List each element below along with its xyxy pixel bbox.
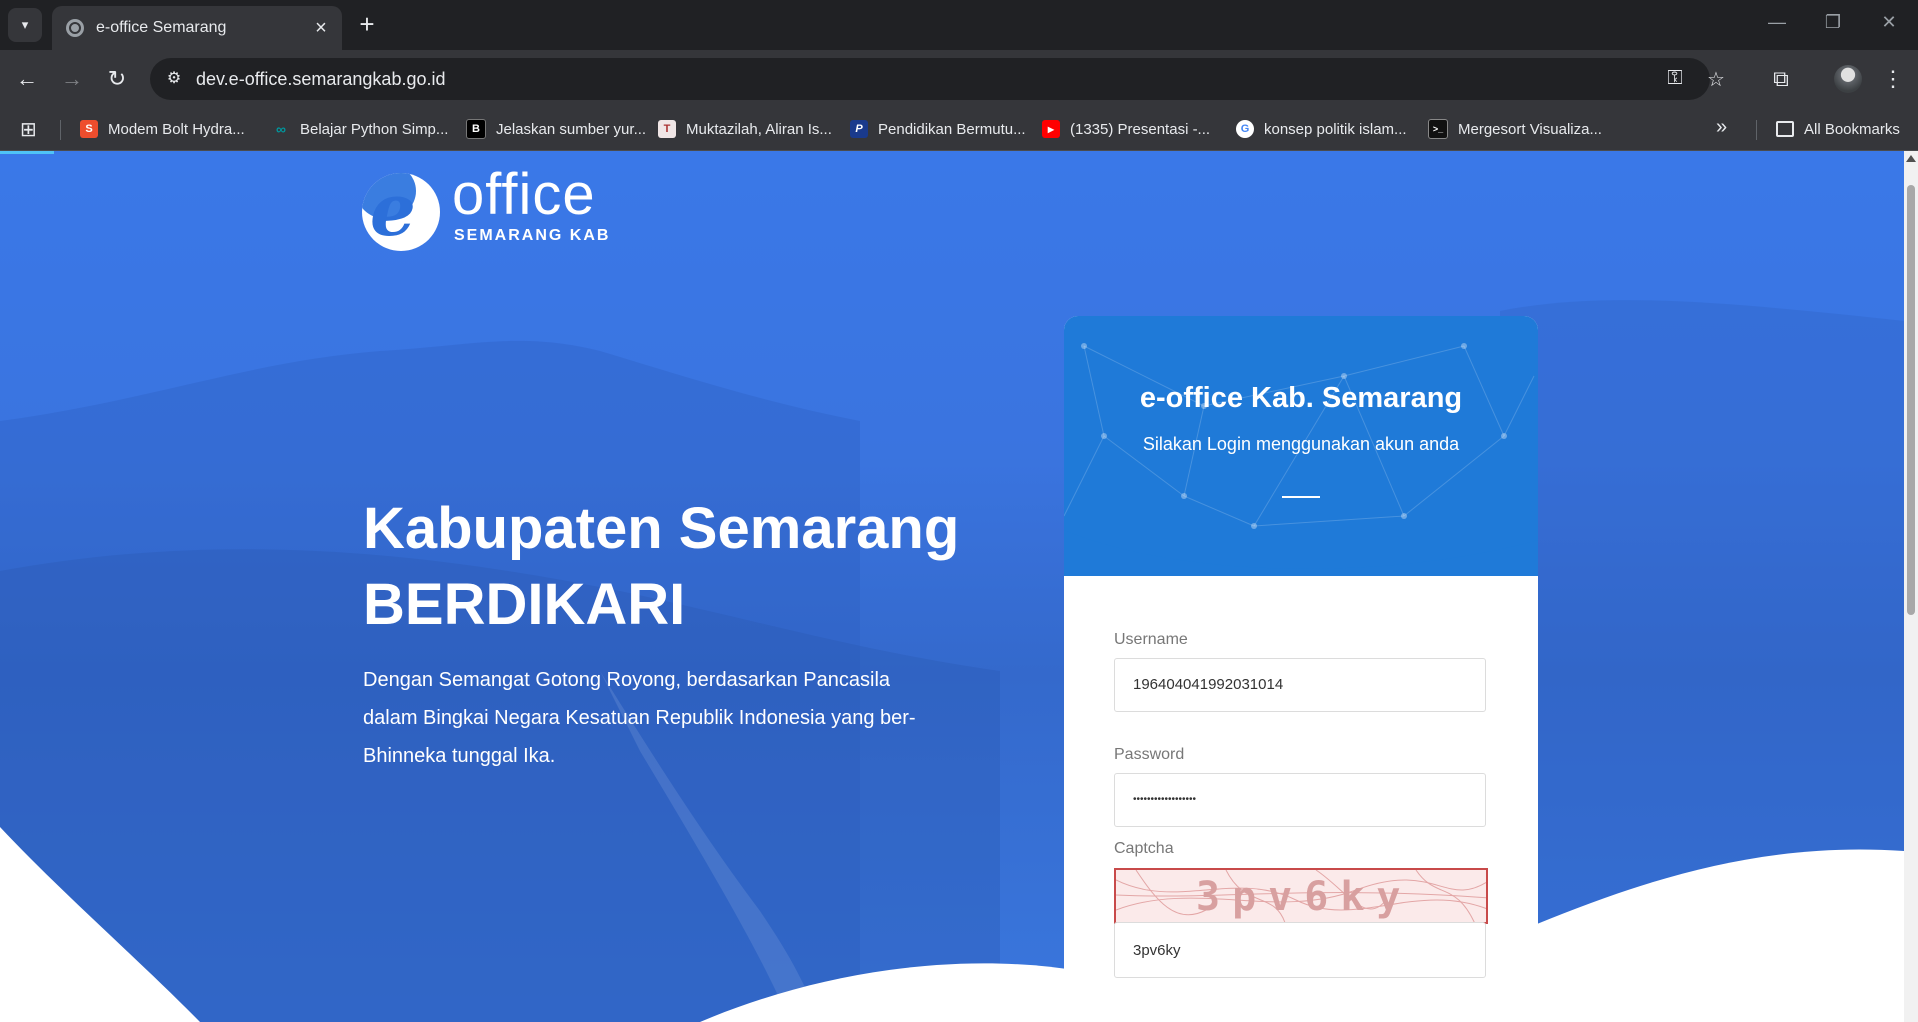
captcha-image-text: 3pv6ky (1196, 874, 1413, 920)
divider (1756, 120, 1757, 140)
captcha-image: 3pv6ky (1114, 868, 1488, 924)
bookmark-item[interactable]: P Pendidikan Bermutu... (850, 108, 1026, 150)
login-subtitle: Silakan Login menggunakan akun anda (1142, 434, 1460, 454)
username-label: Username (1114, 631, 1188, 648)
page-viewport: e office SEMARANG KAB Kabupaten Semarang… (0, 151, 1904, 1022)
window-close-icon[interactable]: ✕ (1874, 12, 1904, 33)
bookmark-item[interactable]: ▶ (1335) Presentasi -... (1042, 108, 1210, 150)
forward-icon[interactable]: → (55, 62, 89, 96)
bookmark-label: Jelaskan sumber yur... (496, 120, 647, 138)
more-bookmarks-icon[interactable]: » (1716, 116, 1727, 139)
browser-tabbar: ▾ e-office Semarang × + — ❐ ✕ (0, 0, 1918, 50)
menu-dots-icon[interactable]: ⋮ (1876, 62, 1910, 96)
address-bar[interactable]: ⚙ dev.e-office.semarangkab.go.id ⚿ ☆ (150, 58, 1725, 100)
scroll-thumb[interactable] (1907, 185, 1915, 615)
password-field[interactable]: •••••••••••••••••• (1114, 773, 1486, 827)
captcha-label: Captcha (1114, 840, 1174, 857)
logo-word: office (452, 162, 596, 227)
restore-icon[interactable]: ❐ (1818, 12, 1848, 33)
b-icon: B (466, 119, 486, 139)
password-key-icon[interactable]: ⚿ (1662, 67, 1688, 90)
bookmark-label: Mergesort Visualiza... (1458, 120, 1602, 138)
bookmarks-bar: ⊞ S Modem Bolt Hydra... ∞ Belajar Python… (0, 108, 1918, 151)
captcha-input[interactable]: 3pv6ky (1114, 922, 1486, 978)
tab-title: e-office Semarang (96, 19, 227, 36)
terminal-icon: >_ (1428, 119, 1448, 139)
scroll-up-icon[interactable] (1906, 155, 1916, 162)
profile-avatar[interactable] (1834, 65, 1862, 93)
captcha-value: 3pv6ky (1133, 942, 1181, 959)
google-icon: G (1236, 120, 1254, 138)
bookmark-label: Modem Bolt Hydra... (108, 120, 245, 138)
bookmark-item[interactable]: B Jelaskan sumber yur... (466, 108, 646, 150)
header-curve (1064, 530, 1538, 569)
p-icon: P (850, 120, 868, 138)
hero-title-line1: Kabupaten Semarang (363, 496, 960, 561)
page-scrollbar[interactable] (1904, 151, 1918, 1022)
bookmark-item[interactable]: T Muktazilah, Aliran Is... (658, 108, 832, 150)
bookmark-item[interactable]: G konsep politik islam... (1236, 108, 1407, 150)
back-icon[interactable]: ← (10, 62, 44, 96)
bookmark-item[interactable]: S Modem Bolt Hydra... (80, 108, 245, 150)
hero-description: Dengan Semangat Gotong Royong, berdasark… (363, 669, 916, 767)
youtube-icon: ▶ (1042, 120, 1060, 138)
bookmark-star-icon[interactable]: ☆ (1703, 67, 1729, 92)
login-card: e-office Kab. Semarang Silakan Login men… (1064, 316, 1538, 1022)
browser-toolbar: ← → ↻ ⚙ dev.e-office.semarangkab.go.id ⚿… (0, 50, 1918, 108)
site-settings-icon[interactable]: ⚙ (164, 69, 184, 89)
password-label: Password (1114, 746, 1185, 763)
password-value: •••••••••••••••••• (1133, 794, 1197, 805)
logo-mark: e (362, 173, 440, 251)
bookmark-label: Pendidikan Bermutu... (878, 120, 1026, 138)
reload-icon[interactable]: ↻ (100, 62, 134, 96)
logo-letter: e (370, 173, 416, 251)
login-title: e-office Kab. Semarang (1139, 382, 1463, 414)
arduino-icon: ∞ (276, 121, 286, 137)
extensions-icon[interactable]: ⧉ (1764, 62, 1798, 96)
shopee-icon: S (80, 120, 98, 138)
apps-grid-icon[interactable]: ⊞ (20, 108, 37, 150)
t-icon: T (658, 120, 676, 138)
eoffice-logo[interactable]: e office SEMARANG KAB (362, 162, 622, 255)
bookmark-label: Belajar Python Simp... (300, 120, 449, 138)
browser-tab[interactable]: e-office Semarang × (52, 6, 342, 50)
divider (60, 120, 61, 140)
bookmark-item[interactable]: >_ Mergesort Visualiza... (1428, 108, 1602, 150)
minimize-icon[interactable]: — (1762, 12, 1792, 33)
tab-search-button[interactable]: ▾ (8, 8, 42, 42)
hero-title-line2: BERDIKARI (363, 572, 686, 637)
new-tab-button[interactable]: + (352, 10, 382, 40)
bookmark-item[interactable]: ∞ Belajar Python Simp... (272, 108, 448, 150)
folder-icon (1776, 121, 1794, 137)
all-bookmarks-button[interactable]: All Bookmarks (1776, 108, 1900, 150)
bookmark-label: (1335) Presentasi -... (1070, 120, 1211, 138)
close-icon[interactable]: × (308, 17, 334, 40)
all-bookmarks-label: All Bookmarks (1804, 120, 1900, 138)
hero-title: Kabupaten Semarang BERDIKARI (363, 491, 959, 643)
username-value: 196404041992031014 (1133, 676, 1284, 693)
bookmark-label: konsep politik islam... (1264, 120, 1407, 138)
url-text[interactable]: dev.e-office.semarangkab.go.id (196, 69, 446, 90)
globe-icon (66, 19, 84, 37)
title-divider (1282, 496, 1320, 498)
username-field[interactable]: 196404041992031014 (1114, 658, 1486, 712)
logo-subtitle: SEMARANG KAB (454, 227, 611, 244)
bookmark-label: Muktazilah, Aliran Is... (686, 120, 832, 138)
